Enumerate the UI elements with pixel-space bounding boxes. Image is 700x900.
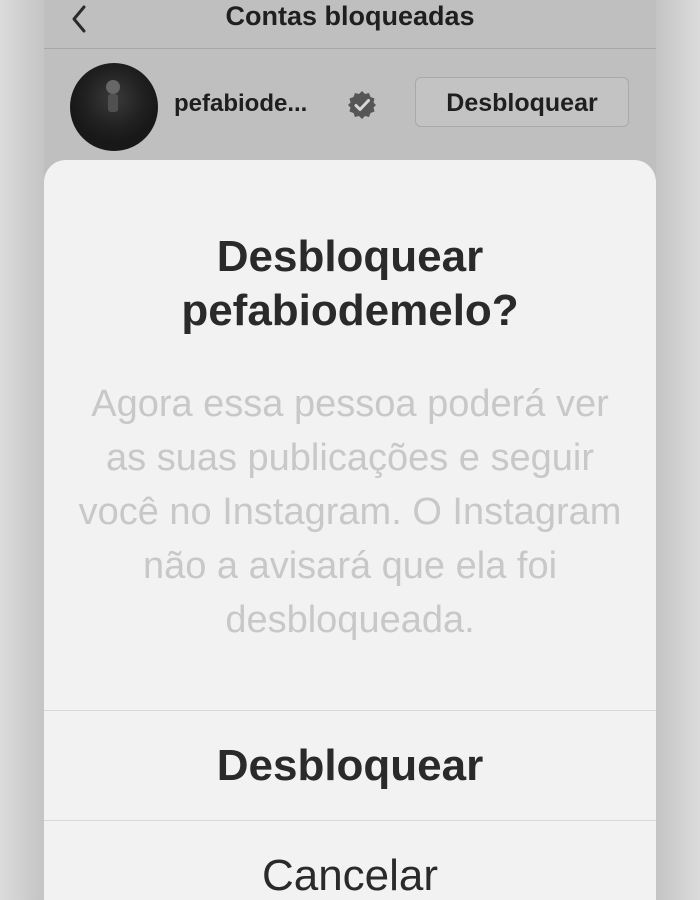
top-navigation-bar: Contas bloqueadas — [44, 0, 656, 49]
unblock-confirmation-sheet: Desbloquear pefabiodemelo? Agora essa pe… — [44, 160, 656, 900]
profile-photo-figure — [106, 80, 120, 112]
screen: Contas bloqueadas pefabiode... Desbloque… — [0, 0, 700, 900]
right-edge-blur — [654, 0, 700, 900]
dialog-message: Agora essa pessoa poderá ver as suas pub… — [78, 383, 622, 641]
confirm-unblock-button[interactable]: Desbloquear — [44, 712, 656, 820]
left-edge-blur — [0, 0, 46, 900]
avatar[interactable] — [70, 63, 158, 151]
blocked-account-row: pefabiode... Desbloquear — [44, 49, 656, 159]
unblock-row-button[interactable]: Desbloquear — [415, 77, 629, 127]
blocked-username[interactable]: pefabiode... — [174, 89, 307, 119]
verified-badge-icon — [348, 91, 376, 119]
phone-screen: Contas bloqueadas pefabiode... Desbloque… — [44, 0, 656, 900]
page-title: Contas bloqueadas — [225, 1, 475, 31]
dialog-title: Desbloquear pefabiodemelo? — [181, 232, 519, 335]
dialog-divider — [44, 710, 656, 711]
dialog-divider — [44, 820, 656, 821]
cancel-button[interactable]: Cancelar — [44, 822, 656, 900]
